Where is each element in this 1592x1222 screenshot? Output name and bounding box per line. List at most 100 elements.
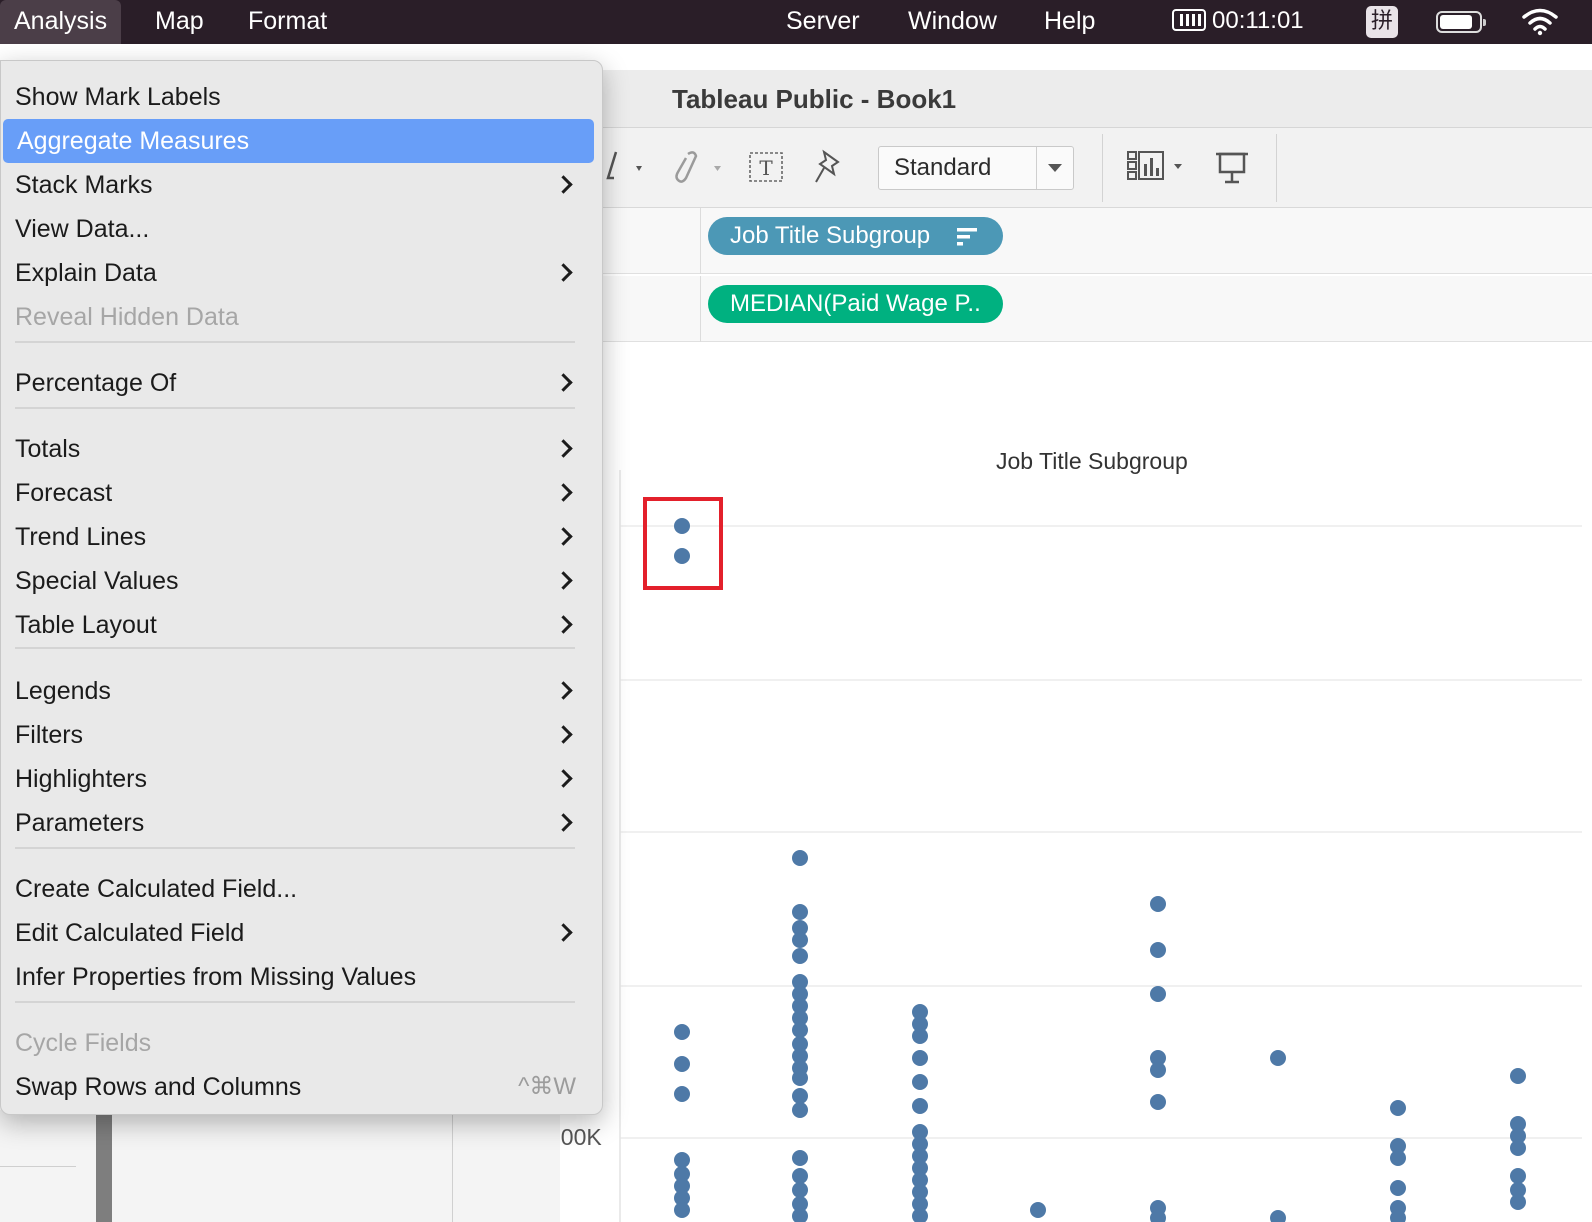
scatter-point[interactable] xyxy=(1150,986,1166,1002)
gridlines xyxy=(619,470,1582,1222)
menu-item-legends[interactable]: Legends xyxy=(1,669,604,713)
scatter-point[interactable] xyxy=(674,1152,690,1168)
scatter-point[interactable] xyxy=(1510,1168,1526,1184)
menu-item-label: Infer Properties from Missing Values xyxy=(15,963,417,991)
menu-item-highlighters[interactable]: Highlighters xyxy=(1,757,604,801)
scatter-point[interactable] xyxy=(1510,1194,1526,1210)
scatter-point[interactable] xyxy=(792,932,808,948)
menu-item-show-mark-labels[interactable]: Show Mark Labels xyxy=(1,75,604,119)
scatter-point[interactable] xyxy=(1510,1140,1526,1156)
menu-item-filters[interactable]: Filters xyxy=(1,713,604,757)
keyboard-shortcut: ^⌘W xyxy=(518,1073,576,1100)
annotation-box xyxy=(643,497,723,590)
chart-column-header: Job Title Subgroup xyxy=(996,448,1188,474)
scatter-point[interactable] xyxy=(792,1168,808,1184)
chevron-right-icon xyxy=(554,571,573,590)
menu-item-label: Swap Rows and Columns xyxy=(15,1073,302,1101)
menu-item-view-data[interactable]: View Data... xyxy=(1,207,604,251)
menu-item-special-values[interactable]: Special Values xyxy=(1,559,604,603)
menu-separator xyxy=(15,647,575,649)
menu-item-label: Highlighters xyxy=(15,765,148,793)
menu-item-infer-properties-from-missing-values[interactable]: Infer Properties from Missing Values xyxy=(1,955,604,999)
scatter-point[interactable] xyxy=(1510,1068,1526,1084)
scatter-point[interactable] xyxy=(792,850,808,866)
chevron-right-icon xyxy=(554,725,573,744)
scatter-point[interactable] xyxy=(792,1102,808,1118)
scatter-point[interactable] xyxy=(912,1074,928,1090)
scatter-point[interactable] xyxy=(912,1098,928,1114)
data-marks xyxy=(674,518,1526,1222)
scatter-point[interactable] xyxy=(1270,1050,1286,1066)
menu-item-stack-marks[interactable]: Stack Marks xyxy=(1,163,604,207)
chevron-right-icon xyxy=(554,483,573,502)
menu-item-label: Special Values xyxy=(15,567,179,595)
chevron-right-icon xyxy=(554,923,573,942)
chevron-right-icon xyxy=(554,175,573,194)
scatter-point[interactable] xyxy=(792,1088,808,1104)
scatter-point[interactable] xyxy=(912,1208,928,1222)
scatter-point[interactable] xyxy=(1390,1180,1406,1196)
scatter-point[interactable] xyxy=(1150,942,1166,958)
menu-item-label: Percentage Of xyxy=(15,369,177,397)
menu-item-explain-data[interactable]: Explain Data xyxy=(1,251,604,295)
chevron-right-icon xyxy=(554,615,573,634)
menu-item-label: Explain Data xyxy=(15,259,157,287)
chevron-right-icon xyxy=(554,439,573,458)
analysis-menu: Show Mark Labels Aggregate Measures Stack … xyxy=(0,60,603,1115)
scatter-point[interactable] xyxy=(674,1056,690,1072)
menu-item-label: Forecast xyxy=(15,479,113,507)
menu-item-label: Aggregate Measures xyxy=(17,127,250,155)
scatter-point[interactable] xyxy=(674,1202,690,1218)
scatter-point[interactable] xyxy=(1390,1150,1406,1166)
menu-item-trend-lines[interactable]: Trend Lines xyxy=(1,515,604,559)
menu-item-label: Table Layout xyxy=(15,611,157,639)
menu-item-create-calculated-field[interactable]: Create Calculated Field... xyxy=(1,867,604,911)
menu-item-label: Show Mark Labels xyxy=(15,83,221,111)
scatter-point[interactable] xyxy=(1030,1202,1046,1218)
data-pane xyxy=(0,1110,560,1222)
menu-item-edit-calculated-field[interactable]: Edit Calculated Field xyxy=(1,911,604,955)
scatter-point[interactable] xyxy=(674,548,690,564)
menu-item-label: Create Calculated Field... xyxy=(15,875,298,903)
menu-item-table-layout[interactable]: Table Layout xyxy=(1,603,604,647)
scatter-point[interactable] xyxy=(1150,1094,1166,1110)
scatter-point[interactable] xyxy=(792,1182,808,1198)
scatter-point[interactable] xyxy=(792,1150,808,1166)
scatter-point[interactable] xyxy=(1150,896,1166,912)
scatter-point[interactable] xyxy=(792,1208,808,1222)
menu-item-label: Reveal Hidden Data xyxy=(15,303,239,331)
menu-item-label: Edit Calculated Field xyxy=(15,919,245,947)
scatter-point[interactable] xyxy=(1150,1062,1166,1078)
menu-item-label: Stack Marks xyxy=(15,171,153,199)
scatter-point[interactable] xyxy=(792,948,808,964)
menu-item-label: Parameters xyxy=(15,809,145,837)
menu-item-totals[interactable]: Totals xyxy=(1,427,604,471)
scatter-point[interactable] xyxy=(674,1024,690,1040)
scatter-point[interactable] xyxy=(1270,1210,1286,1222)
menu-item-percentage-of[interactable]: Percentage Of xyxy=(1,361,604,405)
scatter-point[interactable] xyxy=(792,1070,808,1086)
chevron-right-icon xyxy=(554,263,573,282)
chevron-right-icon xyxy=(554,769,573,788)
scatter-point[interactable] xyxy=(674,518,690,534)
menu-item-label: Legends xyxy=(15,677,111,705)
menu-item-label: Totals xyxy=(15,435,81,463)
menu-separator xyxy=(15,341,575,343)
menu-separator xyxy=(15,407,575,409)
scatter-point[interactable] xyxy=(792,1022,808,1038)
scatter-point[interactable] xyxy=(1390,1100,1406,1116)
menu-item-label: Filters xyxy=(15,721,84,749)
menu-item-label: View Data... xyxy=(15,215,150,243)
scatter-point[interactable] xyxy=(674,1086,690,1102)
chevron-right-icon xyxy=(554,527,573,546)
menu-item-forecast[interactable]: Forecast xyxy=(1,471,604,515)
scatter-point[interactable] xyxy=(912,1028,928,1044)
scatter-point[interactable] xyxy=(912,1050,928,1066)
menu-item-swap-rows-and-columns[interactable]: Swap Rows and Columns ^⌘W xyxy=(1,1065,604,1109)
menu-item-aggregate-measures[interactable]: Aggregate Measures xyxy=(3,119,594,163)
scatter-point[interactable] xyxy=(792,904,808,920)
chevron-right-icon xyxy=(554,373,573,392)
menu-separator xyxy=(15,847,575,849)
chevron-right-icon xyxy=(554,681,573,700)
menu-item-parameters[interactable]: Parameters xyxy=(1,801,604,845)
